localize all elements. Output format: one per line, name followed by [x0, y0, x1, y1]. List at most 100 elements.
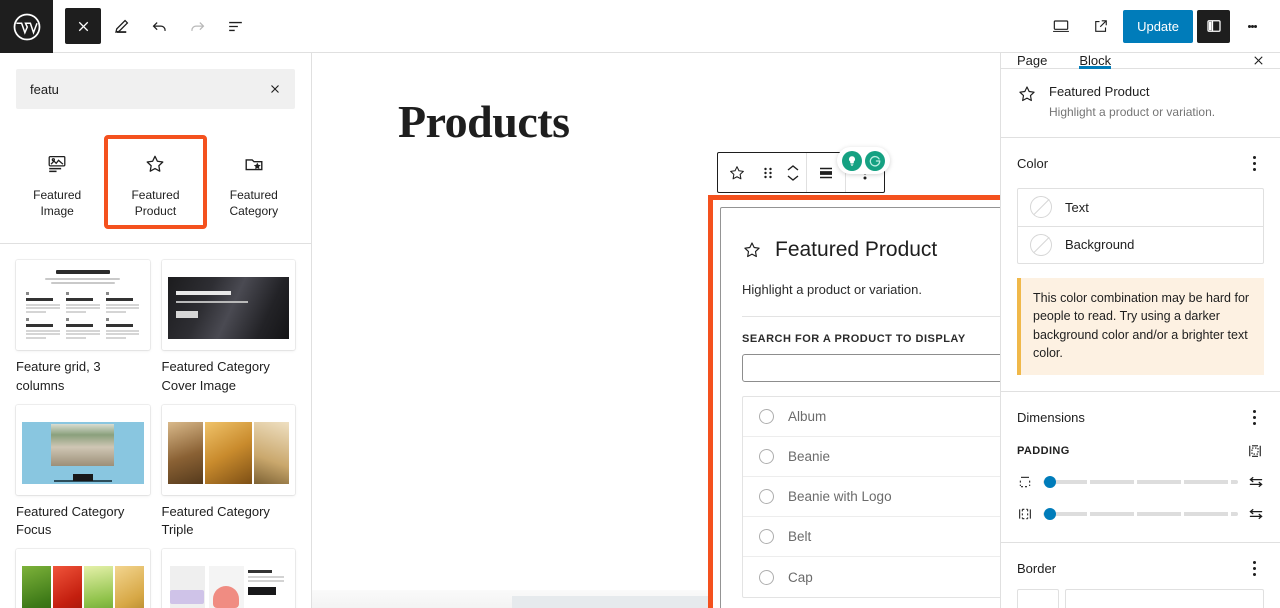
pattern-caption: Featured Category Cover Image: [162, 358, 296, 394]
product-name: Cap: [788, 570, 813, 585]
padding-horizontal-slider-row: [1017, 506, 1264, 522]
featured-product-description: Highlight a product or variation.: [742, 282, 1000, 297]
clear-search-icon[interactable]: [263, 77, 287, 101]
radio-icon[interactable]: [759, 529, 774, 544]
pattern-item[interactable]: [16, 549, 150, 608]
units-toggle-icon[interactable]: [1248, 475, 1264, 489]
product-option-row[interactable]: Beanie with Logo: [743, 477, 1000, 517]
radio-icon[interactable]: [759, 489, 774, 504]
top-bar-left-tools: [53, 0, 253, 52]
radio-icon[interactable]: [759, 409, 774, 424]
block-inserter-panel: Featured Image Featured Product: [0, 53, 312, 608]
product-option-row[interactable]: Belt: [743, 517, 1000, 557]
wordpress-block-editor: Update: [0, 0, 1280, 608]
product-option-row[interactable]: Beanie: [743, 437, 1000, 477]
more-options-icon[interactable]: [1234, 8, 1270, 44]
radio-icon[interactable]: [759, 449, 774, 464]
product-search-input[interactable]: [742, 354, 1000, 382]
sidebar-toggle-icon[interactable]: [1197, 10, 1230, 43]
editor-canvas[interactable]: Products: [312, 53, 1000, 608]
star-icon[interactable]: [718, 153, 756, 192]
padding-sides-icon[interactable]: [1246, 442, 1264, 460]
search-input[interactable]: [30, 82, 263, 97]
tab-page[interactable]: Page: [1001, 53, 1063, 68]
pattern-caption: Feature grid, 3 columns: [16, 358, 150, 394]
pattern-thumbnail: [16, 260, 150, 350]
pattern-item[interactable]: Featured Category Focus: [16, 405, 150, 539]
pattern-item[interactable]: Featured Category Triple: [162, 405, 296, 539]
product-name: Beanie with Logo: [788, 489, 892, 504]
featured-image-icon: [46, 149, 68, 179]
inserter-search[interactable]: [16, 69, 295, 109]
color-section: Color Text Background This color combina…: [1001, 138, 1280, 392]
featured-product-header: Featured Product: [742, 228, 1000, 262]
top-bar-right-tools: Update: [1043, 0, 1280, 52]
color-row-text[interactable]: Text: [1018, 189, 1263, 226]
padding-horizontal-icon: [1017, 506, 1033, 522]
pattern-caption: Featured Category Triple: [162, 503, 296, 539]
product-list: Album Beanie Beanie with Logo: [742, 396, 1000, 598]
border-section: Border: [1001, 543, 1280, 608]
padding-vertical-slider-row: [1017, 474, 1264, 490]
inserter-block-label: Featured Image: [22, 187, 92, 219]
close-sidebar-icon[interactable]: [1236, 53, 1280, 68]
radio-icon[interactable]: [759, 570, 774, 585]
grammarly-g-icon[interactable]: [865, 151, 885, 171]
featured-product-block[interactable]: Featured Product Highlight a product or …: [720, 207, 1000, 608]
close-inserter-button[interactable]: [65, 8, 101, 44]
slider-thumb[interactable]: [1044, 476, 1056, 488]
inserter-block-featured-product[interactable]: Featured Product: [106, 137, 204, 227]
grammarly-badge[interactable]: [837, 147, 890, 174]
tab-block[interactable]: Block: [1063, 53, 1127, 68]
product-option-row[interactable]: Album: [743, 397, 1000, 437]
page-title[interactable]: Products: [398, 99, 570, 145]
slider-thumb[interactable]: [1044, 508, 1056, 520]
pattern-item[interactable]: Featured Category Cover Image: [162, 260, 296, 394]
redo-icon[interactable]: [179, 8, 215, 44]
inserter-block-featured-category[interactable]: Featured Category: [205, 137, 303, 227]
external-link-icon[interactable]: [1083, 8, 1119, 44]
no-color-swatch-icon: [1030, 196, 1052, 218]
pattern-thumbnail: [162, 549, 296, 608]
undo-icon[interactable]: [141, 8, 177, 44]
inserter-block-label: Featured Product: [120, 187, 190, 219]
product-option-row[interactable]: Cap: [743, 557, 1000, 597]
padding-horizontal-slider[interactable]: [1043, 512, 1238, 516]
padding-vertical-icon: [1017, 474, 1033, 490]
color-row-label: Text: [1065, 200, 1089, 215]
drag-handle-icon[interactable]: [756, 153, 780, 192]
pencil-tools-icon[interactable]: [103, 8, 139, 44]
block-info-description: Highlight a product or variation.: [1049, 104, 1215, 121]
units-toggle-icon[interactable]: [1248, 507, 1264, 521]
block-info-name: Featured Product: [1049, 84, 1215, 99]
border-width-control[interactable]: [1065, 589, 1264, 608]
pattern-item[interactable]: [162, 549, 296, 608]
pattern-grid: Feature grid, 3 columns Featured Categor…: [16, 260, 295, 608]
move-up-down-icon[interactable]: [780, 153, 806, 192]
list-view-icon[interactable]: [217, 8, 253, 44]
border-color-control[interactable]: [1017, 589, 1059, 608]
editor-body: Featured Image Featured Product: [0, 53, 1280, 608]
color-row-label: Background: [1065, 237, 1134, 252]
color-row-background[interactable]: Background: [1018, 226, 1263, 263]
wordpress-logo-icon[interactable]: [0, 0, 53, 53]
pattern-item[interactable]: Feature grid, 3 columns: [16, 260, 150, 394]
border-section-title: Border: [1017, 561, 1056, 576]
contrast-warning-text: This color combination may be hard for p…: [1033, 289, 1252, 363]
color-options-icon[interactable]: [1244, 152, 1264, 176]
featured-category-icon: [243, 149, 265, 179]
desktop-preview-icon[interactable]: [1043, 8, 1079, 44]
dimensions-options-icon[interactable]: [1244, 406, 1264, 430]
border-options-icon[interactable]: [1244, 557, 1264, 581]
star-icon: [742, 240, 762, 260]
inserter-search-wrapper: [0, 53, 311, 125]
inserter-block-featured-image[interactable]: Featured Image: [8, 137, 106, 227]
padding-vertical-slider[interactable]: [1043, 480, 1238, 484]
padding-label: PADDING: [1017, 445, 1070, 457]
star-icon: [1017, 84, 1037, 121]
featured-product-block-highlight: Featured Product Highlight a product or …: [708, 195, 1000, 608]
dimensions-section: Dimensions PADDING: [1001, 392, 1280, 543]
inserter-patterns-list[interactable]: Feature grid, 3 columns Featured Categor…: [0, 244, 311, 608]
lightbulb-icon[interactable]: [842, 151, 862, 171]
update-button[interactable]: Update: [1123, 10, 1193, 43]
